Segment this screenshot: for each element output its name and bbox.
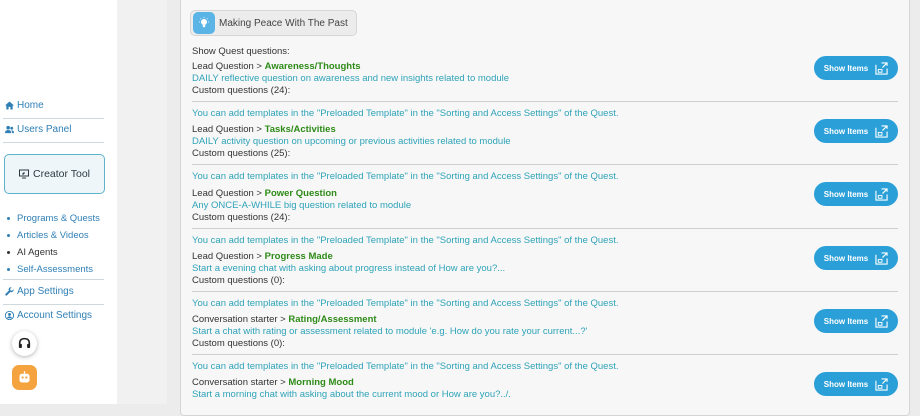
section-divider (192, 101, 898, 102)
question-heading: Lead Question > Awareness/Thoughts (192, 61, 361, 72)
question-name: Awareness/Thoughts (264, 61, 361, 72)
template-hint: You can add templates in the "Preloaded … (192, 235, 619, 246)
question-type: Conversation starter > (192, 314, 289, 325)
bullet-icon (7, 268, 10, 271)
template-hint: You can add templates in the "Preloaded … (192, 108, 619, 119)
show-items-label: Show Items (823, 253, 869, 263)
question-type: Lead Question > (192, 251, 265, 262)
nav-app-settings-label: App Settings (17, 286, 74, 297)
question-type: Lead Question > (192, 124, 265, 135)
show-items-icon (875, 124, 888, 138)
question-name: Tasks/Activities (264, 124, 336, 135)
question-heading: Conversation starter > Morning Mood (192, 377, 354, 388)
section-divider (192, 354, 898, 355)
custom-questions-count: Custom questions (24): (192, 85, 291, 96)
account-icon (5, 311, 14, 320)
template-hint: You can add templates in the "Preloaded … (192, 298, 619, 309)
home-icon (5, 101, 14, 110)
nav-account-settings-label: Account Settings (17, 310, 93, 321)
sub-item-programs-quests[interactable]: Programs & Quests (7, 210, 100, 227)
question-description: Any ONCE-A-WHILE big question related to… (192, 200, 412, 211)
bullet-icon (7, 251, 10, 254)
sub-item-label: Self-Assessments (17, 264, 94, 275)
custom-questions-count: Custom questions (25): (192, 148, 291, 159)
bullet-icon (7, 234, 10, 237)
sidebar-divider (3, 304, 104, 305)
question-heading: Conversation starter > Rating/Assessment (192, 314, 377, 325)
show-items-button[interactable]: Show Items (814, 372, 898, 396)
question-heading: Lead Question > Power Question (192, 188, 337, 199)
show-items-button[interactable]: Show Items (814, 182, 898, 206)
support-button[interactable] (12, 331, 37, 356)
question-heading: Lead Question > Progress Made (192, 251, 333, 262)
sidebar-divider (3, 118, 104, 119)
custom-questions-count: Custom questions (24): (192, 212, 291, 223)
show-items-icon (875, 61, 888, 75)
nav-users-panel-label: Users Panel (17, 124, 72, 135)
section-divider (192, 228, 898, 229)
nav-app-settings[interactable]: App Settings (5, 286, 74, 297)
custom-questions-count: Custom questions (0): (192, 338, 285, 349)
bullet-icon (7, 217, 10, 220)
question-name: Morning Mood (288, 377, 354, 388)
nav-home[interactable]: Home (5, 100, 44, 111)
show-items-label: Show Items (823, 126, 869, 136)
question-description: DAILY activity question on upcoming or p… (192, 136, 511, 147)
wrench-icon (5, 287, 14, 296)
sidebar-divider (3, 279, 104, 280)
question-description: Start a evening chat with asking about p… (192, 263, 506, 274)
question-description: Start a chat with rating or assessment r… (192, 326, 588, 337)
headset-icon (18, 337, 31, 349)
sub-item-label: Articles & Videos (17, 230, 89, 241)
show-quest-label: Show Quest questions: (192, 46, 290, 57)
question-type: Conversation starter > (192, 377, 289, 388)
show-items-label: Show Items (823, 63, 869, 73)
creator-tool-icon (18, 169, 29, 179)
question-description: Start a morning chat with asking about t… (192, 389, 511, 400)
gutter (117, 0, 167, 404)
show-items-button[interactable]: Show Items (814, 119, 898, 143)
sub-item-articles-videos[interactable]: Articles & Videos (7, 227, 100, 244)
show-items-label: Show Items (823, 379, 869, 389)
sub-item-label: Programs & Quests (17, 213, 100, 224)
module-chip[interactable]: Making Peace With The Past (190, 10, 357, 36)
sidebar-divider (3, 142, 104, 143)
question-name: Power Question (264, 188, 337, 199)
nav-users-panel[interactable]: Users Panel (5, 124, 71, 135)
show-items-button[interactable]: Show Items (814, 309, 898, 333)
sub-item-ai-agents[interactable]: AI Agents (7, 244, 100, 261)
question-heading: Lead Question > Tasks/Activities (192, 124, 336, 135)
show-items-label: Show Items (823, 189, 869, 199)
creator-tool-button[interactable]: Creator Tool (4, 154, 105, 194)
users-icon (5, 125, 14, 134)
nav-home-label: Home (17, 100, 44, 111)
show-items-button[interactable]: Show Items (814, 246, 898, 270)
show-items-icon (875, 377, 888, 391)
question-name: Rating/Assessment (288, 314, 377, 325)
sub-item-label: AI Agents (17, 247, 58, 258)
sub-item-self-assessments[interactable]: Self-Assessments (7, 261, 100, 278)
custom-questions-count: Custom questions (0): (192, 275, 285, 286)
creator-tool-label: Creator Tool (32, 168, 90, 180)
show-items-icon (875, 187, 888, 201)
module-title: Making Peace With The Past (219, 17, 348, 29)
section-divider (192, 164, 898, 165)
question-description: DAILY reflective question on awareness a… (192, 73, 510, 84)
show-items-button[interactable]: Show Items (814, 56, 898, 80)
sidebar: Home Users Panel Creator Tool Programs &… (0, 0, 117, 404)
question-name: Progress Made (264, 251, 333, 262)
show-items-label: Show Items (823, 316, 869, 326)
nav-account-settings[interactable]: Account Settings (5, 310, 92, 321)
robot-icon (19, 371, 30, 383)
show-items-icon (875, 251, 888, 265)
template-hint: You can add templates in the "Preloaded … (192, 361, 619, 372)
creator-sub-list: Programs & Quests Articles & Videos AI A… (7, 210, 100, 278)
question-type: Lead Question > (192, 61, 265, 72)
lightbulb-icon (193, 12, 215, 34)
ai-assistant-button[interactable] (12, 365, 37, 390)
show-items-icon (875, 314, 888, 328)
question-type: Lead Question > (192, 188, 265, 199)
section-divider (192, 291, 898, 292)
template-hint: You can add templates in the "Preloaded … (192, 171, 619, 182)
